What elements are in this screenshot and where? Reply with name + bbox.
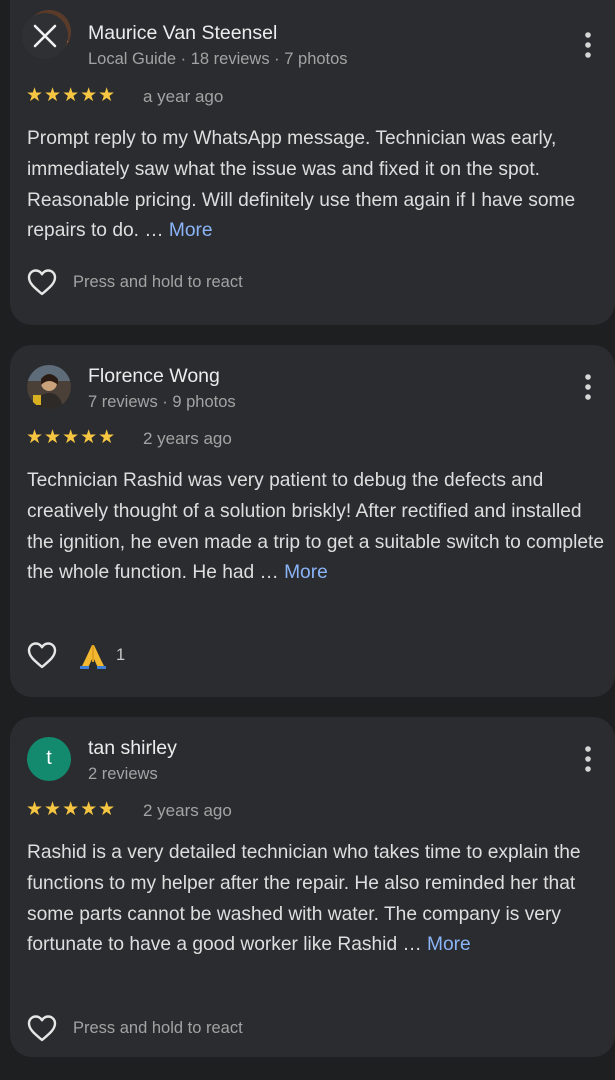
avatar[interactable]: t (27, 737, 71, 781)
star-rating: ★★★★★ (26, 798, 117, 820)
review-time: 2 years ago (143, 429, 232, 448)
review-text: Prompt reply to my WhatsApp message. Tec… (27, 124, 605, 247)
more-options-icon[interactable] (583, 373, 593, 401)
avatar-letter: t (46, 747, 52, 769)
star-rating: ★★★★★ (26, 84, 117, 106)
review-card: Maurice Van Steensel Local Guide · 18 re… (10, 0, 615, 325)
review-text: Technician Rashid was very patient to de… (27, 466, 605, 589)
close-button[interactable] (22, 13, 68, 59)
react-hint: Press and hold to react (73, 273, 243, 291)
review-card: Florence Wong 7 reviews · 9 photos ★★★★★… (10, 345, 615, 697)
more-options-icon[interactable] (583, 31, 593, 59)
reviewer-meta: 7 reviews · 9 photos (88, 393, 236, 411)
avatar[interactable] (27, 365, 71, 409)
reviewer-meta: 2 reviews (88, 765, 158, 783)
reviewer-name[interactable]: Florence Wong (88, 365, 220, 388)
heart-icon[interactable] (26, 1013, 58, 1043)
reaction-count: 1 (116, 646, 126, 664)
star-rating: ★★★★★ (26, 426, 117, 448)
pray-reaction-icon[interactable] (78, 642, 108, 670)
react-hint: Press and hold to react (73, 1019, 243, 1037)
reviewer-meta: Local Guide · 18 reviews · 7 photos (88, 50, 348, 68)
review-time: 2 years ago (143, 801, 232, 820)
review-card: t tan shirley 2 reviews ★★★★★ 2 years ag… (10, 717, 615, 1057)
reviewer-name[interactable]: Maurice Van Steensel (88, 22, 277, 45)
review-time: a year ago (143, 87, 224, 106)
heart-icon[interactable] (26, 640, 58, 670)
more-options-icon[interactable] (583, 745, 593, 773)
review-text-content: Prompt reply to my WhatsApp message. Tec… (27, 128, 576, 242)
more-link[interactable]: More (169, 220, 213, 241)
reviewer-name[interactable]: tan shirley (88, 737, 177, 760)
more-link[interactable]: More (284, 562, 328, 583)
close-icon (33, 24, 57, 48)
more-link[interactable]: More (427, 934, 471, 955)
heart-icon[interactable] (26, 267, 58, 297)
review-text-content: Rashid is a very detailed technician who… (27, 842, 581, 956)
review-text: Rashid is a very detailed technician who… (27, 838, 605, 961)
